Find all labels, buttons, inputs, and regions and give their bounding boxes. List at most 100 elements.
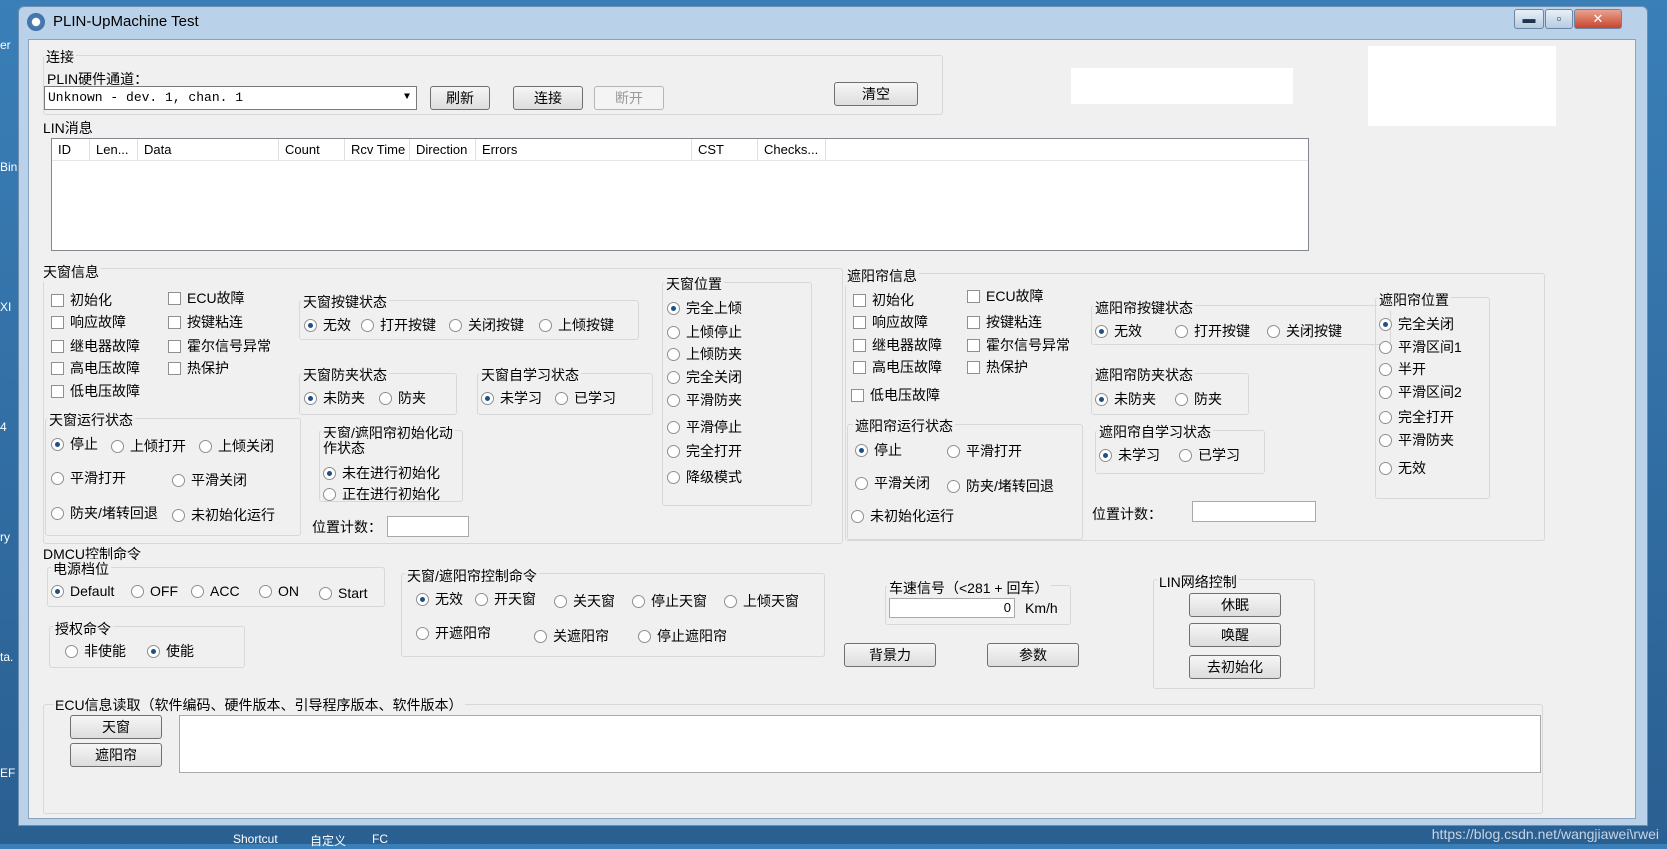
sunroof-key-radio[interactable]: 打开按键 bbox=[361, 315, 436, 335]
disconnect-button[interactable]: 断开 bbox=[594, 86, 664, 110]
sunroof-run-radio[interactable]: 平滑关闭 bbox=[172, 470, 247, 490]
sunroof-learn-radio[interactable]: 已学习 bbox=[555, 388, 616, 408]
shade-run-radio[interactable]: 防夹/堵转回退 bbox=[947, 476, 1054, 496]
sunroof-position-radio[interactable]: 平滑防夹 bbox=[667, 390, 742, 410]
shade-run-radio[interactable]: 平滑关闭 bbox=[855, 473, 930, 493]
ecu-sunroof-button[interactable]: 天窗 bbox=[70, 715, 162, 739]
ctrl-radio[interactable]: 无效 bbox=[416, 589, 463, 609]
sunroof-run-radio[interactable]: 平滑打开 bbox=[51, 468, 126, 488]
backforce-button[interactable]: 背景力 bbox=[844, 643, 936, 667]
column-header[interactable]: Len... bbox=[90, 139, 138, 161]
hw-channel-select[interactable]: Unknown - dev. 1, chan. 1 ▼ bbox=[44, 86, 417, 110]
sunroof-run-radio[interactable]: 停止 bbox=[51, 434, 98, 454]
shade-learn-radio[interactable]: 已学习 bbox=[1179, 445, 1240, 465]
ctrl-radio[interactable]: 关遮阳帘 bbox=[534, 626, 609, 646]
power-radio[interactable]: Default bbox=[51, 583, 114, 599]
sunroof-position-radio[interactable]: 完全打开 bbox=[667, 441, 742, 461]
shade-fault-checkbox[interactable]: 按键粘连 bbox=[967, 312, 1042, 332]
shade-position-radio[interactable]: 完全打开 bbox=[1379, 407, 1454, 427]
ctrl-radio[interactable]: 停止遮阳帘 bbox=[638, 626, 727, 646]
column-header[interactable]: CST bbox=[692, 139, 758, 161]
sunroof-fault-checkbox[interactable]: 高电压故障 bbox=[51, 358, 140, 378]
desktop-shortcut-label[interactable]: 自定义 bbox=[310, 832, 346, 849]
sunroof-position-radio[interactable]: 平滑停止 bbox=[667, 417, 742, 437]
ecu-shade-button[interactable]: 遮阳帘 bbox=[70, 743, 162, 767]
sunroof-position-radio[interactable]: 上倾防夹 bbox=[667, 344, 742, 364]
title-bar[interactable]: PLIN-UpMachine Test ▬ ▫ ✕ bbox=[19, 7, 1647, 37]
sunroof-run-radio[interactable]: 防夹/堵转回退 bbox=[51, 503, 158, 523]
sunroof-fault-checkbox[interactable]: 低电压故障 bbox=[51, 381, 140, 401]
speed-input[interactable]: 0 bbox=[889, 598, 1015, 618]
column-header[interactable]: Errors bbox=[476, 139, 692, 161]
shade-position-radio[interactable]: 平滑区间2 bbox=[1379, 382, 1462, 402]
close-button[interactable]: ✕ bbox=[1574, 9, 1622, 29]
sunroof-antipinch-radio[interactable]: 未防夹 bbox=[304, 388, 365, 408]
shade-pos-count-field[interactable] bbox=[1192, 501, 1316, 522]
column-header[interactable]: Count bbox=[279, 139, 345, 161]
sunroof-antipinch-radio[interactable]: 防夹 bbox=[379, 388, 426, 408]
shade-key-radio[interactable]: 无效 bbox=[1095, 321, 1142, 341]
power-radio[interactable]: ON bbox=[259, 583, 299, 599]
sunroof-pos-count-field[interactable] bbox=[387, 516, 469, 537]
shade-key-radio[interactable]: 打开按键 bbox=[1175, 321, 1250, 341]
minimize-button[interactable]: ▬ bbox=[1514, 9, 1544, 29]
sunroof-position-radio[interactable]: 完全关闭 bbox=[667, 367, 742, 387]
ctrl-radio[interactable]: 开遮阳帘 bbox=[416, 623, 491, 643]
shade-fault-checkbox[interactable]: 继电器故障 bbox=[853, 335, 942, 355]
column-header[interactable]: Rcv Time bbox=[345, 139, 410, 161]
sunroof-fault-checkbox[interactable]: 初始化 bbox=[51, 290, 112, 310]
sleep-button[interactable]: 休眠 bbox=[1189, 593, 1281, 617]
column-header[interactable]: Checks... bbox=[758, 139, 826, 161]
sunroof-key-radio[interactable]: 上倾按键 bbox=[539, 315, 614, 335]
shade-antipinch-radio[interactable]: 未防夹 bbox=[1095, 389, 1156, 409]
column-header[interactable]: Direction bbox=[410, 139, 476, 161]
shade-position-radio[interactable]: 平滑防夹 bbox=[1379, 430, 1454, 450]
lin-message-list[interactable]: ID Len... Data Count Rcv Time Direction … bbox=[51, 138, 1309, 251]
shade-position-radio[interactable]: 半开 bbox=[1379, 359, 1426, 379]
power-radio[interactable]: ACC bbox=[191, 583, 240, 599]
sunroof-fault-checkbox[interactable]: 霍尔信号异常 bbox=[168, 336, 271, 356]
sunroof-position-radio[interactable]: 上倾停止 bbox=[667, 322, 742, 342]
shade-fault-checkbox[interactable]: 霍尔信号异常 bbox=[967, 335, 1070, 355]
init-state-radio[interactable]: 未在进行初始化 bbox=[323, 463, 440, 483]
sunroof-fault-checkbox[interactable]: ECU故障 bbox=[168, 288, 245, 308]
auth-radio[interactable]: 非使能 bbox=[65, 641, 126, 661]
column-header[interactable]: Data bbox=[138, 139, 279, 161]
shade-run-radio[interactable]: 未初始化运行 bbox=[851, 506, 954, 526]
sunroof-run-radio[interactable]: 未初始化运行 bbox=[172, 505, 275, 525]
wake-button[interactable]: 唤醒 bbox=[1189, 623, 1281, 647]
sunroof-learn-radio[interactable]: 未学习 bbox=[481, 388, 542, 408]
auth-radio[interactable]: 使能 bbox=[147, 641, 194, 661]
shade-key-radio[interactable]: 关闭按键 bbox=[1267, 321, 1342, 341]
params-button[interactable]: 参数 bbox=[987, 643, 1079, 667]
power-radio[interactable]: OFF bbox=[131, 583, 178, 599]
column-header[interactable]: ID bbox=[52, 139, 90, 161]
shade-learn-radio[interactable]: 未学习 bbox=[1099, 445, 1160, 465]
ctrl-radio[interactable]: 停止天窗 bbox=[632, 591, 707, 611]
sunroof-fault-checkbox[interactable]: 响应故障 bbox=[51, 312, 126, 332]
shade-antipinch-radio[interactable]: 防夹 bbox=[1175, 389, 1222, 409]
shade-run-radio[interactable]: 平滑打开 bbox=[947, 441, 1022, 461]
deinit-button[interactable]: 去初始化 bbox=[1189, 655, 1281, 679]
init-state-radio[interactable]: 正在进行初始化 bbox=[323, 484, 440, 504]
maximize-button[interactable]: ▫ bbox=[1545, 9, 1573, 29]
shade-position-radio[interactable]: 完全关闭 bbox=[1379, 314, 1454, 334]
sunroof-position-radio[interactable]: 完全上倾 bbox=[667, 298, 742, 318]
ctrl-radio[interactable]: 开天窗 bbox=[475, 589, 536, 609]
clear-button[interactable]: 清空 bbox=[834, 82, 918, 106]
sunroof-fault-checkbox[interactable]: 热保护 bbox=[168, 358, 229, 378]
ctrl-radio[interactable]: 上倾天窗 bbox=[724, 591, 799, 611]
shade-fault-checkbox[interactable]: 高电压故障 bbox=[853, 357, 942, 377]
sunroof-key-radio[interactable]: 无效 bbox=[304, 315, 351, 335]
shade-fault-checkbox[interactable]: 响应故障 bbox=[853, 312, 928, 332]
ctrl-radio[interactable]: 关天窗 bbox=[554, 591, 615, 611]
power-radio[interactable]: Start bbox=[319, 585, 368, 601]
sunroof-position-radio[interactable]: 降级模式 bbox=[667, 467, 742, 487]
sunroof-fault-checkbox[interactable]: 继电器故障 bbox=[51, 336, 140, 356]
refresh-button[interactable]: 刷新 bbox=[430, 86, 490, 110]
shade-fault-checkbox[interactable]: 热保护 bbox=[967, 357, 1028, 377]
sunroof-run-radio[interactable]: 上倾关闭 bbox=[199, 436, 274, 456]
sunroof-run-radio[interactable]: 上倾打开 bbox=[111, 436, 186, 456]
shade-position-radio[interactable]: 平滑区间1 bbox=[1379, 337, 1462, 357]
connect-button[interactable]: 连接 bbox=[513, 86, 583, 110]
